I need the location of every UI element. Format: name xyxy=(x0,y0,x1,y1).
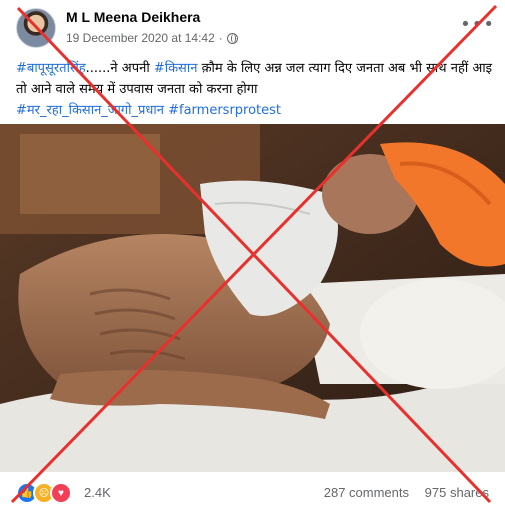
post-timestamp[interactable]: 19 December 2020 at 14:42 xyxy=(66,31,215,45)
post-header: M L Meena Deikhera 19 December 2020 at 1… xyxy=(0,0,505,52)
facebook-post: M L Meena Deikhera 19 December 2020 at 1… xyxy=(0,0,505,508)
post-text-segment: ......ने अपनी xyxy=(85,61,154,76)
hashtag-link[interactable]: #किसान xyxy=(154,61,198,76)
reaction-count[interactable]: 2.4K xyxy=(84,485,111,500)
love-icon: ♥ xyxy=(50,482,72,504)
photo-illustration xyxy=(0,124,505,472)
author-avatar[interactable] xyxy=(16,8,56,48)
post-text: #बापूसूरतसिंह......ने अपनी #किसान क़ौम क… xyxy=(16,58,494,121)
shares-count[interactable]: 975 shares xyxy=(425,485,489,500)
hashtag-link[interactable]: #farmersrprotest xyxy=(168,103,281,118)
post-meta: 19 December 2020 at 14:42 · xyxy=(66,31,238,45)
reaction-icons[interactable]: 👍 ☹ ♥ xyxy=(16,482,72,504)
globe-icon xyxy=(226,32,238,44)
hashtag-link[interactable]: #बापूसूरतसिंह xyxy=(16,61,86,76)
post-photo[interactable] xyxy=(0,124,505,472)
ellipsis-icon[interactable]: ••• xyxy=(460,14,495,35)
hashtag-link[interactable]: #मर_रहा_किसान_जागो_प्रधान xyxy=(16,103,164,118)
author-name[interactable]: M L Meena Deikhera xyxy=(66,9,200,25)
comments-count[interactable]: 287 comments xyxy=(324,485,409,500)
post-footer: 👍 ☹ ♥ 2.4K 287 comments 975 shares xyxy=(0,476,505,508)
